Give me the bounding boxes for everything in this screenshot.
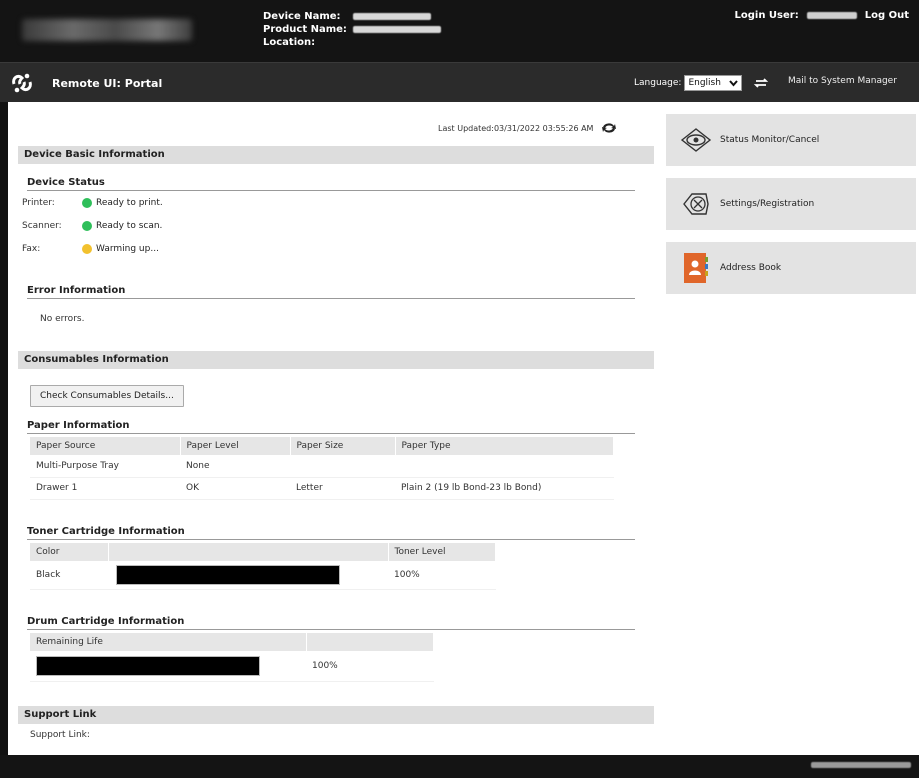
- table-header-row: Paper Source Paper Level Paper Size Pape…: [30, 437, 614, 455]
- top-header: Device Name: Product Name: Location: Log…: [0, 0, 919, 62]
- toner-table: Color Toner Level Black 100%: [30, 543, 496, 590]
- column-header: Paper Type: [395, 437, 614, 455]
- address-book-button[interactable]: Address Book: [666, 242, 916, 294]
- column-header: Color: [30, 543, 109, 561]
- toner-bar-cell: [108, 561, 388, 590]
- table-header-row: Color Toner Level: [30, 543, 496, 561]
- last-updated-text: Last Updated:03/31/2022 03:55:26 AM: [438, 123, 594, 133]
- drum-table: Remaining Life 100%: [30, 633, 434, 682]
- consumables-heading: Consumables Information: [18, 351, 654, 369]
- status-ok-icon: [82, 221, 92, 231]
- device-name-value-redacted: [353, 13, 431, 20]
- paper-type-cell: [395, 455, 614, 478]
- address-book-label: Address Book: [720, 263, 782, 273]
- toner-level-fill: [117, 565, 339, 584]
- hostname-redacted: [22, 19, 192, 41]
- fax-status-row: Fax: Warming up...: [22, 244, 159, 254]
- paper-level-cell: OK: [180, 477, 290, 500]
- paper-size-cell: Letter: [290, 477, 395, 500]
- settings-icon-wrap: [676, 184, 716, 224]
- last-updated: Last Updated:03/31/2022 03:55:26 AM: [438, 122, 617, 134]
- table-row: Drawer 1 OK Letter Plain 2 (19 lb Bond-2…: [30, 477, 614, 500]
- login-user-label: Login User:: [734, 10, 799, 21]
- eye-icon-wrap: [676, 120, 716, 160]
- toner-color-cell: Black: [30, 561, 108, 590]
- login-area: Login User: Log Out: [734, 10, 909, 21]
- address-book-icon: [684, 253, 708, 283]
- column-header: Paper Source: [30, 437, 181, 455]
- paper-size-cell: [290, 455, 395, 478]
- status-monitor-label: Status Monitor/Cancel: [720, 135, 820, 145]
- refresh-icon[interactable]: [601, 122, 617, 134]
- paper-type-cell: Plain 2 (19 lb Bond-23 lb Bond): [395, 477, 614, 500]
- language-label: Language:: [634, 78, 682, 88]
- column-header: Remaining Life: [30, 633, 307, 651]
- language-selector: Language: English: [634, 75, 769, 91]
- printer-label: Printer:: [22, 198, 55, 208]
- chevron-down-icon: [729, 79, 739, 87]
- mail-to-system-manager-link[interactable]: Mail to System Manager: [788, 76, 897, 86]
- remote-ui-logo-icon: [12, 73, 32, 93]
- settings-icon: [683, 193, 709, 215]
- column-header: Paper Level: [180, 437, 291, 455]
- table-row: 100%: [30, 651, 434, 682]
- paper-info-heading: Paper Information: [27, 420, 635, 434]
- device-info: Device Name: Product Name: Location:: [263, 10, 441, 49]
- paper-source-cell: Multi-Purpose Tray: [30, 455, 180, 478]
- column-header: [306, 633, 434, 651]
- apply-language-icon[interactable]: [753, 77, 769, 89]
- scanner-status-row: Scanner: Ready to scan.: [22, 221, 162, 231]
- status-ok-icon: [82, 198, 92, 208]
- drum-level-fill: [37, 656, 259, 675]
- portal-title: Remote UI: Portal: [52, 77, 163, 90]
- scanner-status-text: Ready to scan.: [96, 221, 163, 231]
- copyright-redacted: [811, 762, 911, 768]
- paper-source-cell: Drawer 1: [30, 477, 180, 500]
- toner-info-heading: Toner Cartridge Information: [27, 526, 635, 540]
- table-row: Multi-Purpose Tray None: [30, 455, 614, 478]
- location-label: Location:: [263, 37, 316, 48]
- fax-status-text: Warming up...: [96, 244, 159, 254]
- main-content: Last Updated:03/31/2022 03:55:26 AM Devi…: [8, 102, 919, 755]
- portal-bar: Remote UI: Portal Language: English Mail…: [0, 62, 919, 102]
- device-status-heading: Device Status: [27, 177, 635, 191]
- paper-level-cell: None: [180, 455, 290, 478]
- error-text: No errors.: [40, 314, 85, 324]
- footer: [0, 755, 919, 778]
- drum-info-heading: Drum Cartridge Information: [27, 616, 635, 630]
- product-name-value-redacted: [353, 26, 441, 33]
- drum-level-cell: 100%: [306, 651, 434, 682]
- error-info-heading: Error Information: [27, 285, 635, 299]
- printer-status-row: Printer: Ready to print.: [22, 198, 163, 208]
- table-header-row: Remaining Life: [30, 633, 434, 651]
- settings-registration-label: Settings/Registration: [720, 199, 815, 209]
- settings-registration-button[interactable]: Settings/Registration: [666, 178, 916, 230]
- eye-icon: [680, 128, 712, 152]
- printer-status-text: Ready to print.: [96, 198, 163, 208]
- table-row: Black 100%: [30, 561, 496, 590]
- support-link-heading: Support Link: [18, 706, 654, 724]
- scanner-label: Scanner:: [22, 221, 62, 231]
- paper-table: Paper Source Paper Level Paper Size Pape…: [30, 437, 614, 500]
- status-monitor-cancel-button[interactable]: Status Monitor/Cancel: [666, 114, 916, 166]
- column-header: Paper Size: [290, 437, 396, 455]
- toner-level-bar: [116, 564, 340, 585]
- check-consumables-button[interactable]: Check Consumables Details...: [30, 385, 184, 407]
- language-value: English: [688, 78, 721, 88]
- toner-level-cell: 100%: [388, 561, 496, 590]
- column-header: [108, 543, 389, 561]
- login-user-redacted: [806, 12, 857, 19]
- drum-bar-cell: [30, 651, 306, 682]
- language-dropdown[interactable]: English: [684, 75, 743, 91]
- address-book-icon-wrap: [676, 248, 716, 288]
- drum-level-bar: [36, 655, 260, 676]
- logout-link[interactable]: Log Out: [865, 10, 909, 21]
- column-header: Toner Level: [388, 543, 496, 561]
- support-link-label: Support Link:: [30, 730, 90, 740]
- status-warning-icon: [82, 244, 92, 254]
- device-basic-info-heading: Device Basic Information: [18, 146, 654, 164]
- device-name-label: Device Name:: [263, 11, 341, 22]
- product-name-label: Product Name:: [263, 24, 347, 35]
- fax-label: Fax:: [22, 244, 41, 254]
